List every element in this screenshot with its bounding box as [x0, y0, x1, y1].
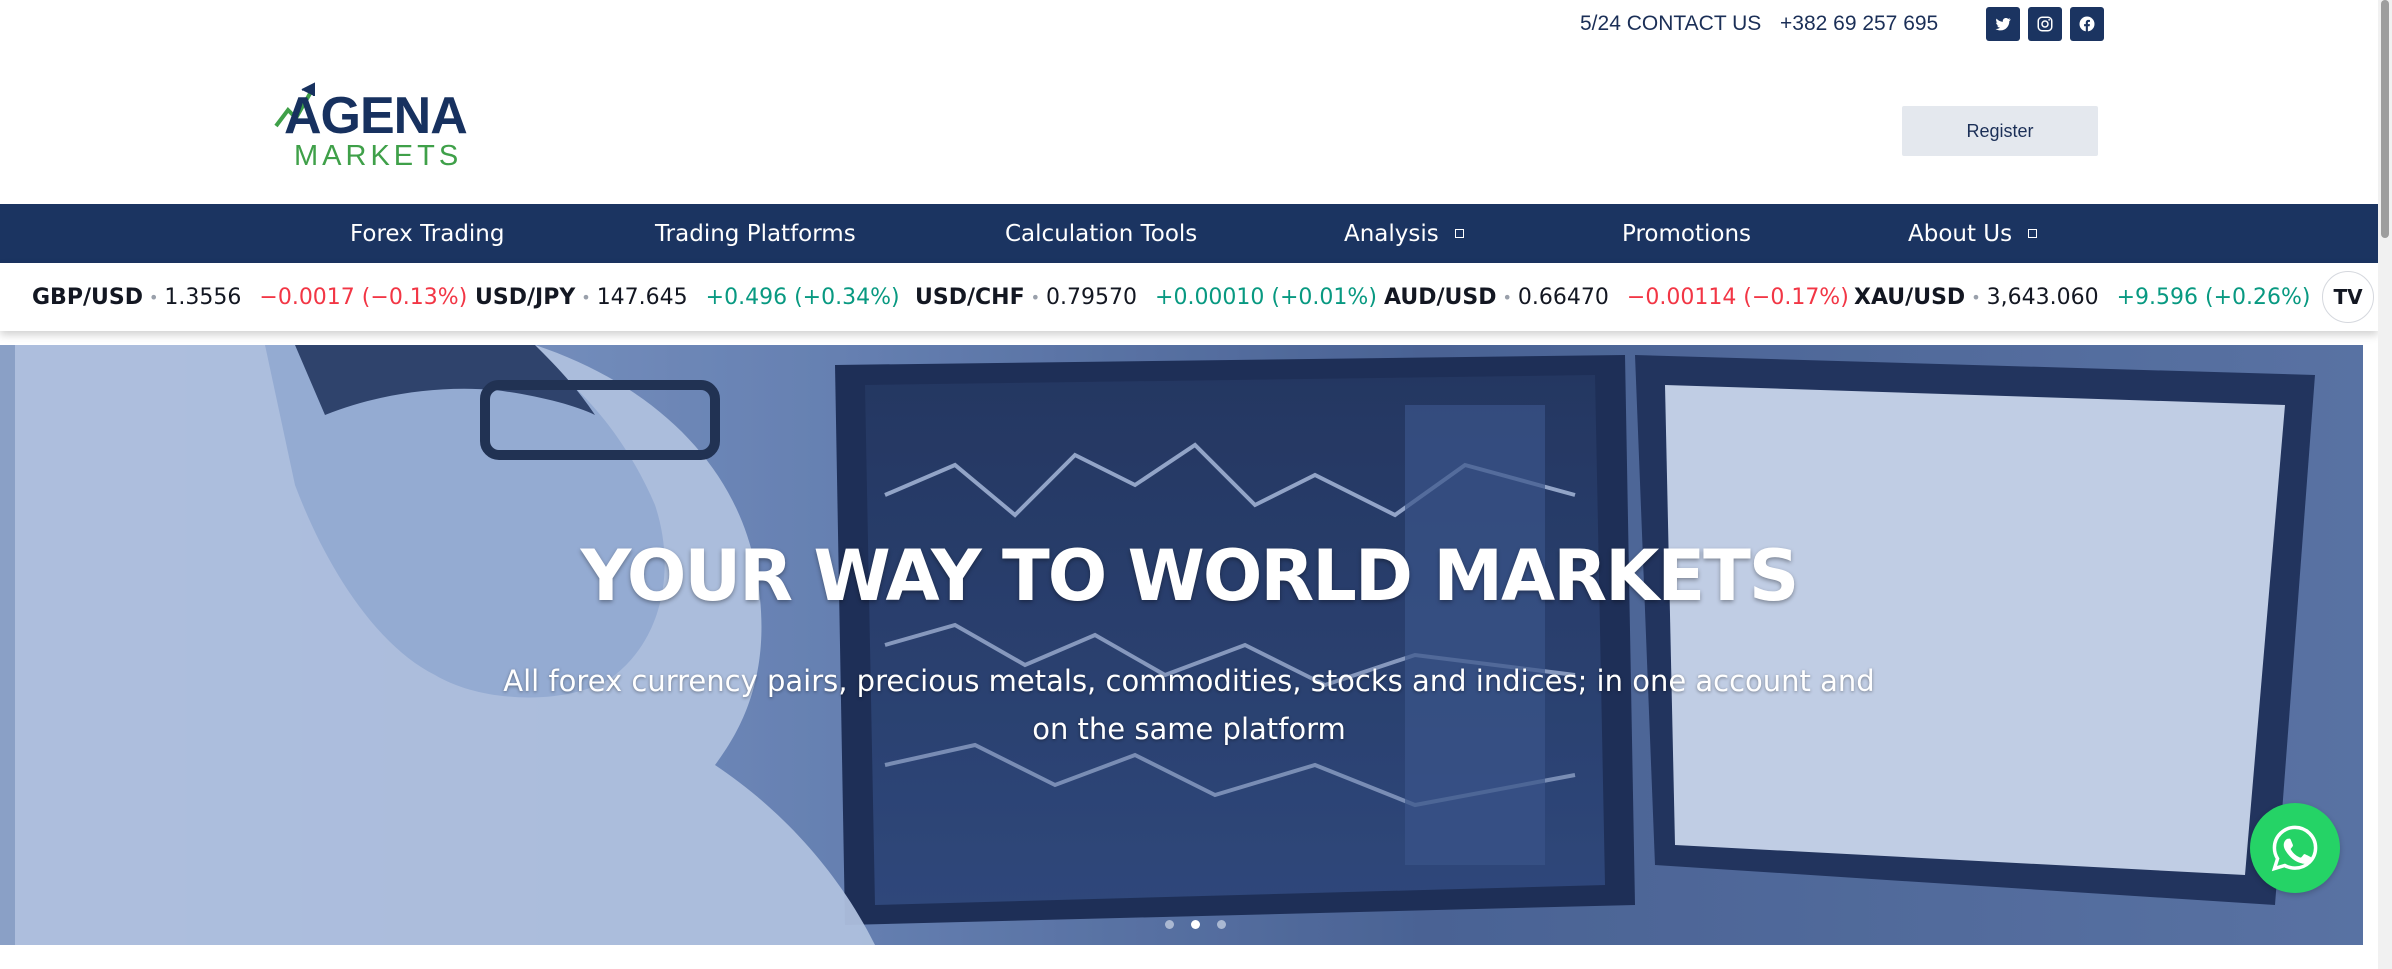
tradingview-logo-icon[interactable]: TV	[2322, 271, 2374, 323]
ticker-separator: •	[148, 287, 159, 307]
contact-us-link[interactable]: 5/24 CONTACT US	[1580, 12, 1761, 36]
ticker-separator: •	[1502, 287, 1512, 307]
whatsapp-icon	[2271, 825, 2318, 872]
hero-subtitle: All forex currency pairs, precious metal…	[503, 664, 1875, 746]
whatsapp-chat-button[interactable]	[2250, 803, 2340, 893]
nav-item-forex-trading[interactable]: Forex Trading	[350, 204, 505, 263]
slider-dot[interactable]	[1217, 920, 1226, 929]
slider-dot[interactable]	[1165, 920, 1174, 929]
hero-title: YOUR WAY TO WORLD MARKETS	[580, 535, 1800, 617]
ticker-change: −0.00114 (−0.17%)	[1626, 284, 1849, 310]
nav-item-analysis[interactable]: Analysis	[1344, 204, 1464, 263]
register-button[interactable]: Register	[1902, 106, 2098, 156]
hero-slider: YOUR WAY TO WORLD MARKETS All forex curr…	[15, 345, 2363, 945]
ticker-change: −0.0017 (−0.13%)	[259, 284, 468, 310]
phone-number[interactable]: +382 69 257 695	[1780, 12, 1938, 36]
slider-pagination	[1165, 920, 1226, 929]
ticker-separator: •	[1971, 287, 1981, 307]
logo-wordmark-top: AGENA	[284, 87, 468, 145]
ticker-symbol: GBP/USD	[32, 284, 143, 310]
nav-item-label: Trading Platforms	[655, 220, 856, 247]
ticker-tape: GBP/USD • 1.3556 −0.0017 (−0.13%) USD/JP…	[0, 263, 2378, 331]
dropdown-indicator-icon	[1454, 229, 1464, 238]
ticker-symbol: USD/CHF	[915, 284, 1025, 310]
ticker-separator: •	[1030, 287, 1041, 307]
ticker-change: +9.596 (+0.26%)	[2116, 284, 2311, 310]
ticker-price: 147.645	[596, 284, 688, 310]
ticker-change: +0.00010 (+0.01%)	[1155, 284, 1377, 310]
facebook-icon[interactable]	[2070, 7, 2104, 41]
nav-item-trading-platforms[interactable]: Trading Platforms	[655, 204, 856, 263]
ticker-price: 0.79570	[1046, 284, 1138, 310]
ticker-item[interactable]: XAU/USD • 3,643.060 +9.596 (+0.26%)	[1854, 263, 2311, 331]
ticker-price: 3,643.060	[1986, 284, 2099, 310]
ticker-price: 0.66470	[1517, 284, 1609, 310]
ticker-change: +0.496 (+0.34%)	[705, 284, 900, 310]
logo-wordmark-bottom: MARKETS	[294, 140, 463, 172]
ticker-item[interactable]: GBP/USD • 1.3556 −0.0017 (−0.13%)	[32, 263, 467, 331]
ticker-symbol: AUD/USD	[1384, 284, 1497, 310]
nav-item-label: Promotions	[1622, 220, 1752, 247]
nav-item-label: Forex Trading	[350, 220, 505, 247]
ticker-item[interactable]: USD/JPY • 147.645 +0.496 (+0.34%)	[475, 263, 900, 331]
ticker-item[interactable]: AUD/USD • 0.66470 −0.00114 (−0.17%)	[1384, 263, 1849, 331]
hero-overlay	[15, 345, 2363, 945]
slider-dot-active[interactable]	[1191, 920, 1200, 929]
nav-item-label: About Us	[1908, 220, 2013, 247]
page-scrollbar[interactable]	[2378, 0, 2392, 969]
scrollbar-thumb[interactable]	[2381, 0, 2389, 238]
ticker-symbol: USD/JPY	[475, 284, 576, 310]
slider-edge	[0, 345, 15, 945]
nav-item-promotions[interactable]: Promotions	[1622, 204, 1751, 263]
top-contact-bar: 5/24 CONTACT US +382 69 257 695	[0, 0, 2392, 50]
nav-item-about-us[interactable]: About Us	[1908, 204, 2038, 263]
agena-markets-logo[interactable]: AGENA MARKETS	[272, 80, 492, 176]
twitter-icon[interactable]	[1986, 7, 2020, 41]
nav-item-label: Calculation Tools	[1005, 220, 1198, 247]
nav-item-label: Analysis	[1344, 220, 1439, 247]
ticker-separator: •	[581, 287, 591, 307]
main-navigation: Forex Trading Trading Platforms Calculat…	[0, 204, 2378, 263]
ticker-price: 1.3556	[164, 284, 242, 310]
instagram-icon[interactable]	[2028, 7, 2062, 41]
ticker-symbol: XAU/USD	[1854, 284, 1966, 310]
nav-item-calculation-tools[interactable]: Calculation Tools	[1005, 204, 1197, 263]
page-content-start	[0, 945, 2378, 969]
dropdown-indicator-icon	[2028, 229, 2038, 238]
ticker-item[interactable]: USD/CHF • 0.79570 +0.00010 (+0.01%)	[915, 263, 1377, 331]
